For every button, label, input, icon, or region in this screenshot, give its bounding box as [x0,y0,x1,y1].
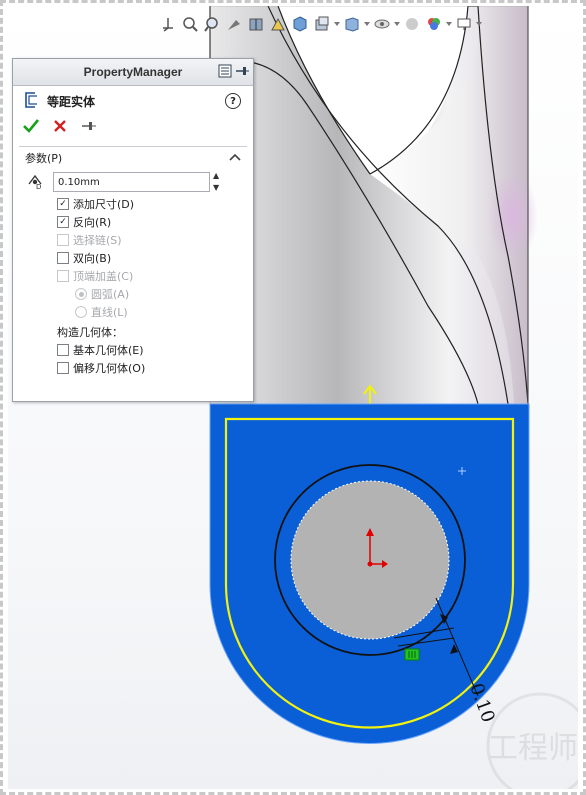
option-label: 顶端加盖(C) [73,270,134,283]
cap-option-arcs: 圆弧(A) [13,285,253,303]
offset-distance-value: 0.10mm [58,176,100,188]
feature-header: 等距实体 ? [13,86,253,116]
checkbox-icon[interactable] [57,344,69,356]
construction-label-text: 构造几何体： [57,326,123,339]
edit-appearance-icon[interactable] [402,14,422,34]
offset-entities-icon [21,91,39,112]
option-bidirectional[interactable]: 双向(B) [13,249,253,267]
option-label: 反向(R) [73,216,112,229]
checkbox-icon[interactable] [57,252,69,264]
option-add-dimension[interactable]: ✓ 添加尺寸(D) [13,195,253,213]
checkbox-icon [57,234,69,246]
section-view-icon[interactable] [246,14,266,34]
view-monitor-icon[interactable] [454,14,474,34]
cancel-button[interactable] [53,119,67,136]
panel-title: PropertyManager [83,65,183,79]
chevron-down-icon[interactable] [476,20,482,28]
option-label: 选择链(S) [73,234,122,247]
view-orientation-icon[interactable] [158,14,178,34]
view-settings-icon[interactable] [290,14,310,34]
offset-distance-icon: D [25,172,45,193]
panel-options-icon[interactable] [218,64,232,81]
svg-text:D: D [36,183,41,190]
offset-distance-row: D 0.10mm ▲ ▼ [13,169,253,195]
option-label: 偏移几何体(O) [73,362,146,375]
apply-scene-icon[interactable] [424,14,444,34]
svg-text:工程师: 工程师 [488,731,578,766]
spin-up-icon[interactable]: ▲ [213,171,225,181]
previous-view-icon[interactable] [224,14,244,34]
watermark-logo: 工程师 [486,692,578,789]
checkbox-icon[interactable]: ✓ [57,198,69,210]
option-label: 双向(B) [73,252,112,265]
radio-icon [75,288,87,300]
cross-icon [54,119,66,132]
chevron-down-icon[interactable] [364,20,370,28]
chevron-up-icon[interactable] [229,151,241,164]
pin-panel-icon[interactable] [235,64,249,81]
chevron-down-icon[interactable] [446,20,452,28]
ok-button[interactable] [23,118,40,136]
checkbox-icon [57,270,69,282]
zoom-fit-icon[interactable] [180,14,200,34]
eye-icon[interactable] [372,14,392,34]
chevron-down-icon[interactable] [334,20,340,28]
spin-down-icon[interactable]: ▼ [213,183,225,193]
cap-option-lines: 直线(L) [13,303,253,321]
action-buttons [13,116,253,138]
checkbox-icon[interactable]: ✓ [57,216,69,228]
relation-marker-icon[interactable] [404,648,420,661]
offset-distance-input[interactable]: 0.10mm [53,172,210,192]
radio-icon [75,306,87,318]
property-manager-panel: PropertyManager 等距实体 ? 参数(P) D 0.10mm ▲ … [12,58,254,402]
option-label: 添加尺寸(D) [73,198,135,211]
check-icon [23,118,40,133]
feature-name: 等距实体 [47,94,96,109]
checkbox-icon[interactable] [57,362,69,374]
construction-geometry-label: 构造几何体： [13,323,253,341]
chevron-down-icon[interactable] [394,20,400,28]
pushpin-icon [82,121,96,130]
parameters-group-header[interactable]: 参数(P) [13,147,253,169]
parameters-group-title: 参数(P) [25,152,63,165]
option-base-geometry[interactable]: 基本几何体(E) [13,341,253,359]
dynamic-annotation-icon[interactable] [268,14,288,34]
option-select-chain: 选择链(S) [13,231,253,249]
panel-title-bar: PropertyManager [13,59,253,86]
option-cap-ends: 顶端加盖(C) [13,267,253,285]
option-label: 直线(L) [91,306,128,319]
option-offset-geometry[interactable]: 偏移几何体(O) [13,359,253,377]
option-reverse[interactable]: ✓ 反向(R) [13,213,253,231]
option-label: 圆弧(A) [91,288,130,301]
hide-show-icon[interactable] [342,14,362,34]
display-style-icon[interactable] [312,14,332,34]
option-label: 基本几何体(E) [73,344,144,357]
heads-up-toolbar [158,12,482,36]
zoom-area-icon[interactable] [202,14,222,34]
help-button[interactable]: ? [225,93,241,109]
keep-visible-button[interactable] [81,120,97,135]
twisted-body [209,6,538,405]
distance-spinner[interactable]: ▲ ▼ [213,171,225,193]
